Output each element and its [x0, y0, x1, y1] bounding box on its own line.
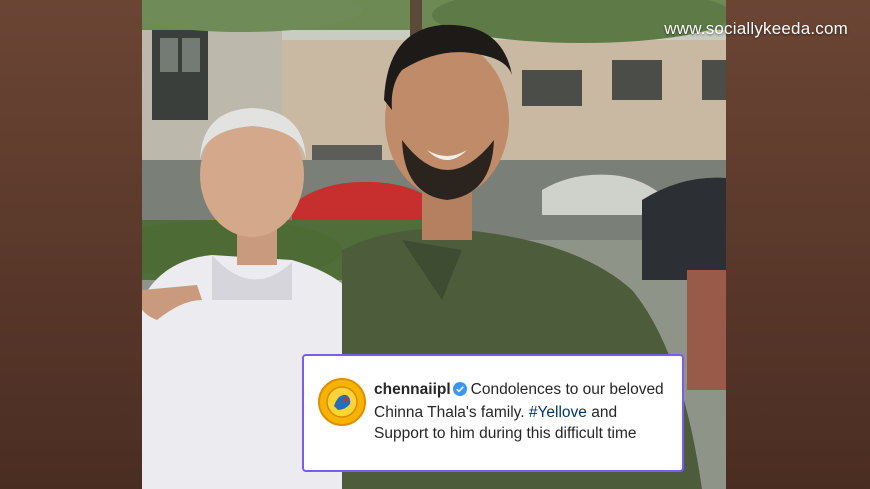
left-background-panel	[0, 0, 142, 489]
verified-badge-icon	[452, 381, 467, 402]
post-username[interactable]: chennaiipl	[374, 381, 451, 398]
chennai-super-kings-logo-icon[interactable]	[318, 378, 366, 426]
avatar-logo-graphic	[322, 382, 362, 422]
image-stage: www.sociallykeeda.com chennaiipl Condolen…	[0, 0, 870, 489]
instagram-post-card: chennaiipl Condolences to our beloved Chi…	[302, 354, 684, 472]
caption-hashtag-link[interactable]: #Yellove	[529, 404, 587, 421]
watermark-text: www.sociallykeeda.com	[664, 19, 848, 38]
right-background-panel	[726, 0, 870, 489]
post-caption: chennaiipl Condolences to our beloved Chi…	[374, 379, 674, 444]
